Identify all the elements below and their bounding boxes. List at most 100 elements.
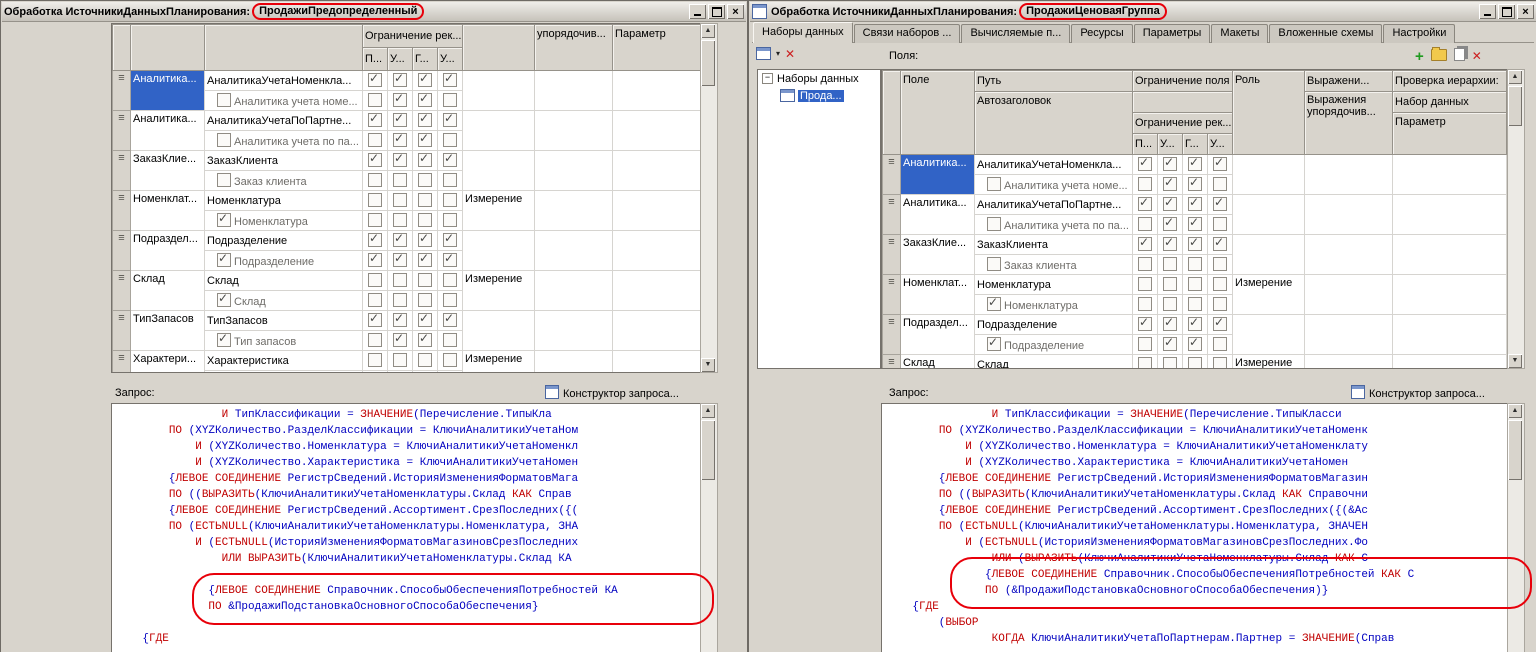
field-expression-cell[interactable] (1305, 315, 1393, 355)
field-expression-cell[interactable] (1305, 155, 1393, 195)
field-restriction-checkbox[interactable] (1163, 157, 1177, 171)
attr-restriction-checkbox[interactable] (1188, 297, 1202, 311)
attr-restriction-checkbox[interactable] (1213, 217, 1227, 231)
tab-1[interactable]: Наборы данных (753, 22, 853, 43)
field-restriction-cell[interactable] (1183, 235, 1208, 255)
field-restriction-cell[interactable] (388, 111, 413, 131)
field-role-cell[interactable] (463, 151, 535, 191)
tab-4[interactable]: Ресурсы (1071, 24, 1132, 43)
auto-title-cell[interactable]: Подразделение (205, 251, 363, 271)
row-marker[interactable]: ≡ (883, 235, 901, 275)
field-restriction-cell[interactable] (438, 191, 463, 211)
delete-field-button[interactable]: ✕ (1472, 50, 1482, 62)
field-name-cell[interactable]: Номенклат... (901, 275, 975, 315)
auto-title-cell[interactable]: Подразделение (975, 335, 1133, 355)
attr-restriction-cell[interactable] (1158, 295, 1183, 315)
attr-restriction-checkbox[interactable] (393, 333, 407, 347)
field-path-cell[interactable]: Склад (975, 355, 1133, 370)
field-role-cell[interactable] (463, 111, 535, 151)
auto-title-checkbox[interactable] (217, 253, 231, 267)
attr-restriction-cell[interactable] (438, 131, 463, 151)
auto-title-cell[interactable]: Заказ клиента (975, 255, 1133, 275)
field-expression-cell[interactable] (1305, 195, 1393, 235)
attr-restriction-checkbox[interactable] (368, 213, 382, 227)
field-restriction-checkbox[interactable] (368, 273, 382, 287)
field-restriction-cell[interactable] (413, 231, 438, 251)
close-button[interactable]: × (1517, 4, 1534, 19)
attr-restriction-cell[interactable] (363, 371, 388, 374)
attr-restriction-cell[interactable] (1158, 175, 1183, 195)
attr-restriction-checkbox[interactable] (443, 333, 457, 347)
scrollbar-thumb[interactable] (701, 40, 715, 86)
attr-restriction-checkbox[interactable] (1138, 297, 1152, 311)
field-restriction-cell[interactable] (1208, 195, 1233, 215)
field-restriction-cell[interactable] (1133, 355, 1158, 370)
attr-restriction-cell[interactable] (413, 251, 438, 271)
field-restriction-cell[interactable] (1133, 235, 1158, 255)
field-restriction-checkbox[interactable] (1163, 317, 1177, 331)
field-path-cell[interactable]: Подразделение (205, 231, 363, 251)
row-marker[interactable]: ≡ (883, 195, 901, 235)
field-restriction-cell[interactable] (363, 151, 388, 171)
field-restriction-cell[interactable] (1183, 195, 1208, 215)
field-restriction-checkbox[interactable] (1138, 157, 1152, 171)
field-restriction-cell[interactable] (1208, 235, 1233, 255)
field-expression-cell[interactable] (1305, 235, 1393, 275)
attr-restriction-checkbox[interactable] (1163, 217, 1177, 231)
field-restriction-cell[interactable] (388, 71, 413, 91)
scrollbar-thumb[interactable] (1508, 420, 1522, 480)
attr-restriction-cell[interactable] (1158, 215, 1183, 235)
field-restriction-cell[interactable] (1158, 355, 1183, 370)
field-restriction-cell[interactable] (1158, 315, 1183, 335)
field-extra-cell[interactable] (613, 151, 701, 191)
field-restriction-cell[interactable] (413, 351, 438, 371)
attr-restriction-checkbox[interactable] (443, 133, 457, 147)
grid-scrollbar[interactable]: ▲ ▼ (1507, 69, 1525, 369)
attr-restriction-cell[interactable] (363, 291, 388, 311)
auto-title-cell[interactable]: Аналитика учета по па... (205, 131, 363, 151)
field-expression-cell[interactable] (535, 111, 613, 151)
copy-field-button[interactable] (1454, 48, 1465, 64)
field-role-cell[interactable] (463, 311, 535, 351)
field-restriction-cell[interactable] (438, 111, 463, 131)
field-restriction-checkbox[interactable] (443, 353, 457, 367)
field-restriction-cell[interactable] (363, 311, 388, 331)
query-scrollbar[interactable]: ▲ (700, 403, 718, 652)
field-restriction-checkbox[interactable] (1213, 197, 1227, 211)
minimize-button[interactable] (1479, 4, 1496, 19)
attr-restriction-checkbox[interactable] (443, 213, 457, 227)
field-restriction-checkbox[interactable] (1213, 357, 1227, 369)
field-expression-cell[interactable] (535, 71, 613, 111)
query-constructor-button[interactable]: Конструктор запроса... (545, 385, 679, 400)
field-restriction-cell[interactable] (438, 71, 463, 91)
field-restriction-cell[interactable] (388, 151, 413, 171)
field-restriction-checkbox[interactable] (368, 233, 382, 247)
attr-restriction-cell[interactable] (388, 211, 413, 231)
attr-restriction-cell[interactable] (438, 171, 463, 191)
auto-title-checkbox[interactable] (987, 337, 1001, 351)
field-restriction-checkbox[interactable] (393, 353, 407, 367)
field-role-cell[interactable]: Измерение (463, 271, 535, 311)
row-marker[interactable]: ≡ (113, 191, 131, 231)
attr-restriction-cell[interactable] (1208, 295, 1233, 315)
attr-restriction-cell[interactable] (413, 371, 438, 374)
field-extra-cell[interactable] (613, 191, 701, 231)
row-marker[interactable]: ≡ (113, 311, 131, 351)
attr-restriction-cell[interactable] (1183, 295, 1208, 315)
field-restriction-checkbox[interactable] (1213, 157, 1227, 171)
field-role-cell[interactable]: Измерение (1233, 275, 1305, 315)
field-restriction-checkbox[interactable] (1163, 357, 1177, 369)
add-field-button[interactable]: + (1415, 50, 1424, 63)
delete-dataset-button[interactable]: ✕ (785, 48, 795, 60)
attr-restriction-cell[interactable] (388, 331, 413, 351)
attr-restriction-checkbox[interactable] (393, 173, 407, 187)
field-name-cell[interactable]: Склад (901, 355, 975, 370)
field-restriction-checkbox[interactable] (1138, 277, 1152, 291)
field-extra-cell[interactable] (1393, 355, 1507, 370)
attr-restriction-cell[interactable] (1133, 295, 1158, 315)
field-restriction-checkbox[interactable] (1188, 317, 1202, 331)
tree-item-dataset[interactable]: Прода... (758, 87, 880, 104)
field-restriction-checkbox[interactable] (368, 313, 382, 327)
attr-restriction-cell[interactable] (1183, 175, 1208, 195)
field-extra-cell[interactable] (1393, 315, 1507, 355)
